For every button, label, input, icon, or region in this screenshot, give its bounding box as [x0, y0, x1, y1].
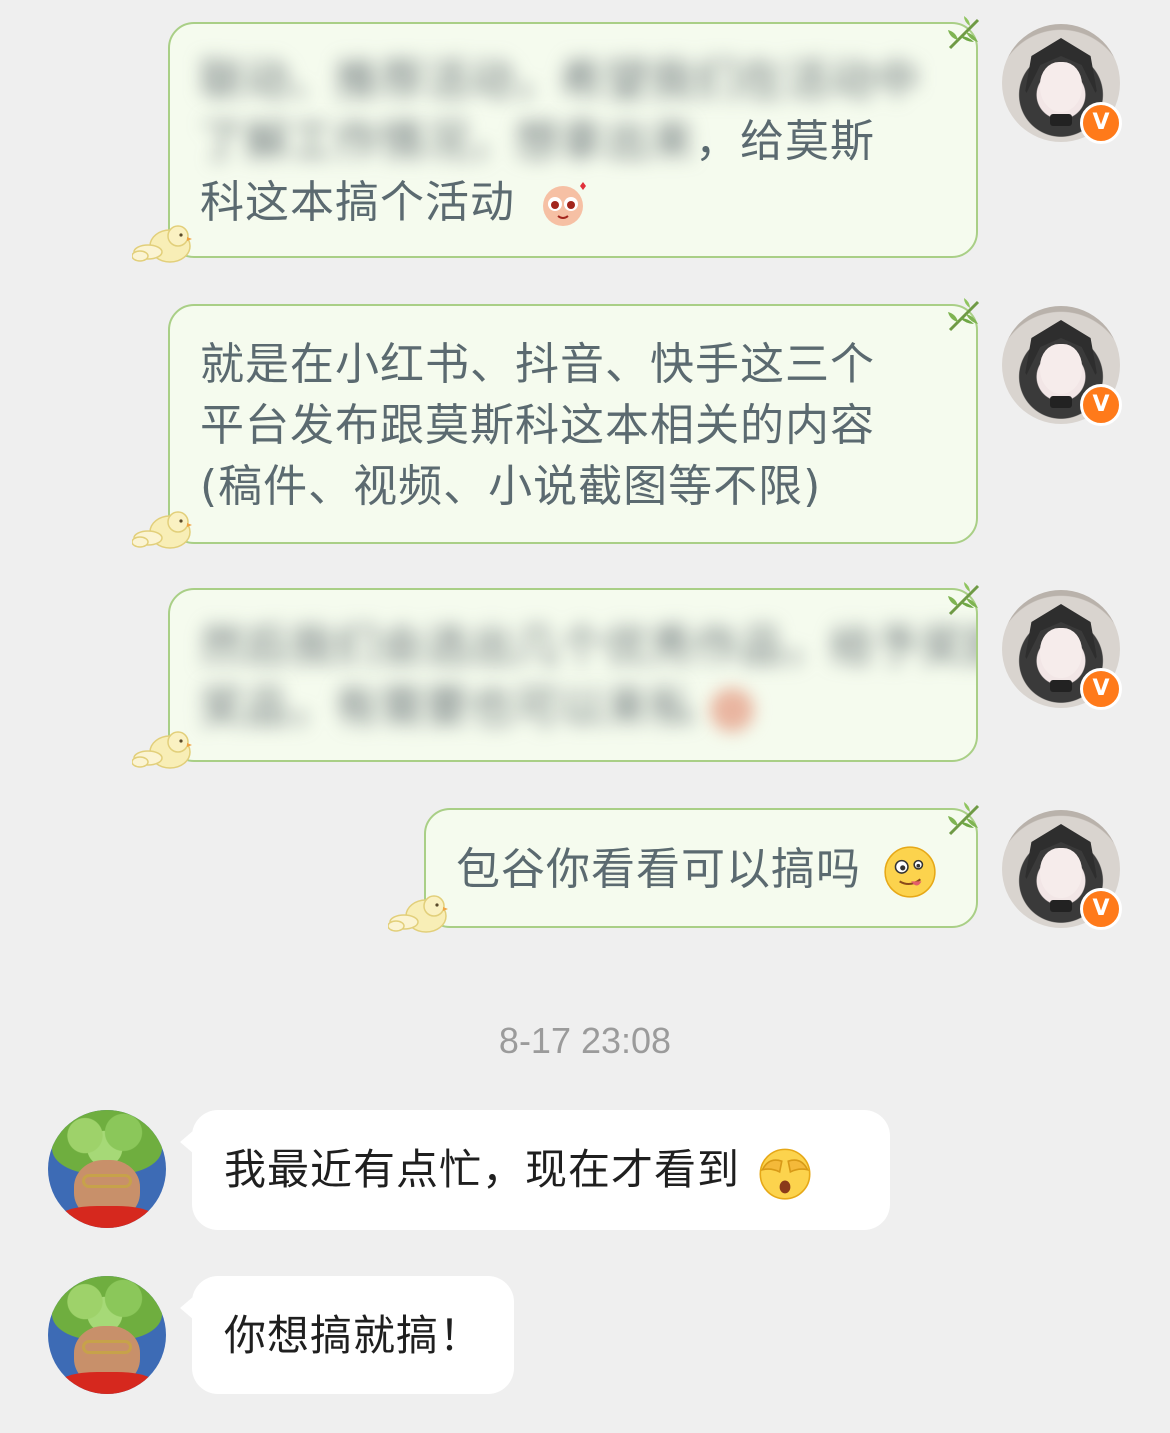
verified-badge-icon: V	[1080, 102, 1122, 144]
tongue-out-emoji-icon	[884, 846, 936, 898]
message-text: 就是在小红书、抖音、快手这三个	[200, 339, 875, 390]
verified-badge-icon: V	[1080, 668, 1122, 710]
message-bubble[interactable]: 我最近有点忙，现在才看到	[192, 1110, 890, 1230]
message-bubble[interactable]: 然后我们会选出几个优秀作品，给予奖励 奖品，有需要也可以来私	[168, 588, 978, 762]
blurred-text: 奖品，有需要也可以来私	[200, 682, 695, 733]
blurred-text: 联动、推荐活动，希望我们在活动中	[200, 55, 920, 106]
blurred-emoji-icon	[710, 688, 754, 732]
verified-badge-icon: V	[1080, 888, 1122, 930]
message-bubble[interactable]: 包谷你看看可以搞吗	[424, 808, 978, 928]
leaf-decoration-icon	[946, 580, 980, 616]
chick-decoration-icon	[132, 511, 193, 549]
message-timestamp: 8-17 23:08	[498, 1020, 672, 1061]
blurred-text: 了解工作情况，想拿出来	[200, 116, 695, 167]
chick-decoration-icon	[132, 225, 193, 263]
message-bubble[interactable]: 联动、推荐活动，希望我们在活动中 了解工作情况，想拿出来，给莫斯 科这本搞个活动	[168, 22, 978, 258]
message-text: 科这本搞个活动	[200, 177, 515, 228]
message-text: (稿件、视频、小说截图等不限)	[200, 461, 822, 512]
message-text: 你想搞就搞！	[224, 1311, 483, 1360]
avatar[interactable]	[48, 1276, 166, 1394]
message-text: 平台发布跟莫斯科这本相关的内容	[200, 400, 875, 451]
see-no-evil-emoji-icon	[759, 1148, 811, 1200]
message-text: 我最近有点忙，现在才看到	[224, 1145, 741, 1194]
avatar[interactable]	[48, 1110, 166, 1228]
leaf-decoration-icon	[946, 296, 980, 332]
message-text: ，给莫斯	[695, 116, 875, 167]
leaf-decoration-icon	[946, 14, 980, 50]
message-text: 包谷你看看可以搞吗	[456, 844, 861, 895]
message-bubble[interactable]: 你想搞就搞！	[192, 1276, 514, 1394]
blurred-text: 然后我们会选出几个优秀作品，给予奖励	[200, 621, 978, 672]
chick-decoration-icon	[388, 895, 449, 933]
verified-badge-icon: V	[1080, 384, 1122, 426]
chick-decoration-icon	[132, 731, 193, 769]
leaf-decoration-icon	[946, 800, 980, 836]
message-bubble[interactable]: 就是在小红书、抖音、快手这三个 平台发布跟莫斯科这本相关的内容 (稿件、视频、小…	[168, 304, 978, 544]
blush-sticker-icon	[543, 182, 586, 226]
